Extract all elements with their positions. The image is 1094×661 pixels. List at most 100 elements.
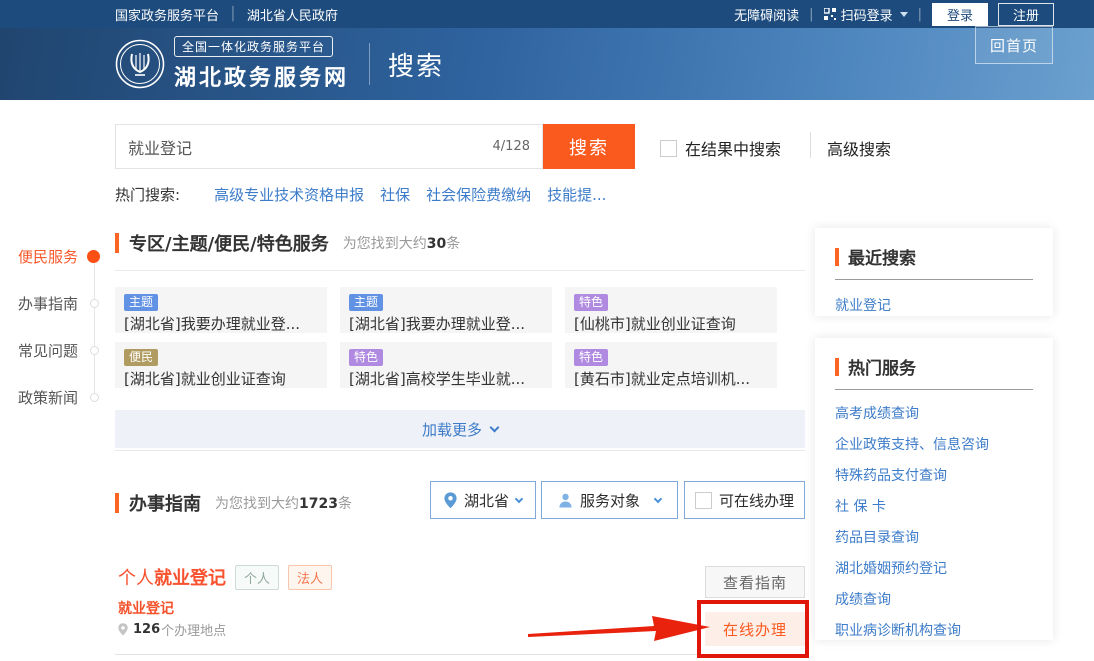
recent-search-item[interactable]: 就业登记	[835, 295, 1033, 315]
service-card[interactable]: 特色 [湖北省]高校学生毕业就...	[340, 342, 552, 388]
service-card-title: [湖北省]就业创业证查询	[124, 368, 318, 388]
hot-search-link[interactable]: 社保	[380, 184, 410, 205]
logo-badge: 全国一体化政务服务平台	[174, 36, 333, 57]
hot-search-row: 热门搜索: 高级专业技术资格申报 社保 社会保险费缴纳 技能提...	[115, 184, 606, 205]
online-filter-label: 可在线办理	[719, 490, 794, 511]
load-more-label: 加载更多	[422, 419, 482, 440]
tag-personal: 个人	[235, 565, 279, 590]
service-card[interactable]: 主题 [湖北省]我要办理就业登...	[115, 287, 327, 333]
hot-service-link[interactable]: 特殊药品支付查询	[835, 468, 947, 484]
region-filter-dropdown[interactable]: 湖北省	[430, 481, 536, 519]
topbar-divider: │	[229, 7, 237, 22]
hot-service-link[interactable]: 高考成绩查询	[835, 406, 919, 422]
hot-search-link[interactable]: 高级专业技术资格申报	[214, 184, 364, 205]
hot-service-link[interactable]: 成绩查询	[835, 592, 891, 608]
view-guide-button[interactable]: 查看指南	[705, 566, 805, 598]
top-bar: 国家政务服务平台 │ 湖北省人民政府 无障碍阅读 | 扫码登录 | 登录 注册	[0, 0, 1094, 28]
site-logo[interactable]: 全国一体化政务服务平台 湖北政务服务网	[115, 36, 349, 92]
main-content: 专区/主题/便民/特色服务 为您找到大约30条 主题 [湖北省]我要办理就业登.…	[115, 230, 805, 271]
nav-item-label: 政策新闻	[18, 387, 78, 408]
link-national-platform[interactable]: 国家政务服务平台	[115, 5, 219, 24]
hot-search-link[interactable]: 社会保险费缴纳	[426, 184, 531, 205]
target-filter-label: 服务对象	[580, 490, 640, 511]
section-accent-bar	[115, 233, 119, 253]
guide-section-header: 办事指南 为您找到大约1723条	[115, 490, 352, 516]
service-card[interactable]: 特色 [黄石市]就业定点培训机...	[565, 342, 777, 388]
section-accent-bar	[115, 493, 119, 513]
nav-item-label: 便民服务	[18, 246, 78, 267]
special-section-count: 为您找到大约30条	[343, 233, 460, 253]
advanced-search-link[interactable]: 高级搜索	[827, 136, 891, 160]
tag-legal-entity: 法人	[288, 565, 332, 590]
online-filter[interactable]: 可在线办理	[684, 481, 805, 519]
search-box: 4/128	[115, 124, 543, 169]
nav-dot-active	[87, 250, 100, 263]
count-value: 1723	[299, 496, 338, 512]
section-accent-bar	[835, 248, 839, 266]
chevron-down-icon	[490, 422, 500, 432]
result-locations: 126 个办理地点	[118, 620, 226, 639]
target-filter-dropdown[interactable]: 服务对象	[541, 481, 678, 519]
annotation-arrow	[528, 610, 713, 644]
search-button[interactable]: 搜索	[543, 124, 635, 169]
nav-item-policy-news[interactable]: 政策新闻	[18, 374, 100, 421]
count-prefix: 为您找到大约	[215, 496, 299, 512]
guide-section-count: 为您找到大约1723条	[215, 493, 352, 513]
divider	[115, 450, 805, 451]
online-filter-checkbox[interactable]	[695, 492, 712, 509]
region-filter-label: 湖北省	[464, 490, 509, 511]
count-prefix: 为您找到大约	[343, 236, 427, 252]
service-card-title: [仙桃市]就业创业证查询	[574, 313, 768, 333]
tag-feature: 特色	[574, 294, 608, 311]
locations-suffix: 个办理地点	[161, 620, 226, 639]
result-title-keyword: 就业登记	[154, 564, 226, 590]
link-hubei-gov[interactable]: 湖北省人民政府	[247, 5, 338, 24]
person-icon	[558, 493, 573, 508]
login-button[interactable]: 登录	[932, 3, 988, 26]
hot-services-header: 热门服务	[835, 354, 1033, 390]
hot-service-link[interactable]: 湖北婚姻预约登记	[835, 561, 947, 577]
service-card-title: [湖北省]我要办理就业登...	[349, 313, 543, 333]
service-card[interactable]: 特色 [仙桃市]就业创业证查询	[565, 287, 777, 333]
nav-item-faq[interactable]: 常见问题	[18, 327, 100, 374]
load-more-button[interactable]: 加载更多	[115, 410, 805, 448]
nav-item-label: 办事指南	[18, 293, 78, 314]
tag-theme: 主题	[349, 294, 383, 311]
service-card[interactable]: 便民 [湖北省]就业创业证查询	[115, 342, 327, 388]
location-pin-icon	[118, 623, 128, 636]
header-banner: 全国一体化政务服务平台 湖北政务服务网 搜索 回首页	[0, 28, 1094, 100]
nav-item-label: 常见问题	[18, 340, 78, 361]
service-card[interactable]: 主题 [湖北省]我要办理就业登...	[340, 287, 552, 333]
hot-services-list: 高考成绩查询 企业政策支持、信息咨询 特殊药品支付查询 社 保 卡 药品目录查询…	[835, 398, 1033, 646]
register-button[interactable]: 注册	[998, 3, 1054, 26]
nav-dot	[90, 346, 99, 355]
hot-search-label: 热门搜索:	[115, 184, 180, 205]
home-button[interactable]: 回首页	[975, 26, 1053, 64]
service-card-title: [黄石市]就业定点培训机...	[574, 368, 768, 388]
hot-service-link[interactable]: 企业政策支持、信息咨询	[835, 437, 989, 453]
nav-item-service-guide[interactable]: 办事指南	[18, 280, 100, 327]
section-accent-bar	[835, 358, 839, 376]
qr-login-link[interactable]: 扫码登录	[824, 5, 908, 24]
result-subtitle-link[interactable]: 就业登记	[118, 598, 174, 618]
hot-service-link[interactable]: 药品目录查询	[835, 530, 919, 546]
page: 国家政务服务平台 │ 湖北省人民政府 无障碍阅读 | 扫码登录 | 登录 注册	[0, 0, 1094, 661]
tag-theme: 主题	[124, 294, 158, 311]
guide-section-title: 办事指南	[129, 490, 201, 516]
search-input[interactable]	[116, 125, 493, 168]
result-title-prefix: 个人	[118, 564, 154, 590]
site-name: 湖北政务服务网	[174, 60, 349, 92]
accessibility-link[interactable]: 无障碍阅读	[734, 5, 799, 24]
divider	[115, 270, 805, 271]
result-title[interactable]: 个人就业登记 个人 法人	[118, 564, 332, 590]
locations-count: 126	[133, 622, 160, 637]
search-in-results: 在结果中搜索	[660, 136, 781, 160]
hot-service-link[interactable]: 职业病诊断机构查询	[835, 623, 961, 639]
hot-search-link[interactable]: 技能提...	[547, 184, 606, 205]
hot-service-link[interactable]: 社 保 卡	[835, 499, 886, 515]
tag-convenient: 便民	[124, 349, 158, 366]
count-unit: 条	[446, 236, 460, 252]
in-results-checkbox[interactable]	[660, 140, 677, 157]
nav-dot	[90, 299, 99, 308]
nav-item-convenient-services[interactable]: 便民服务	[18, 233, 100, 280]
